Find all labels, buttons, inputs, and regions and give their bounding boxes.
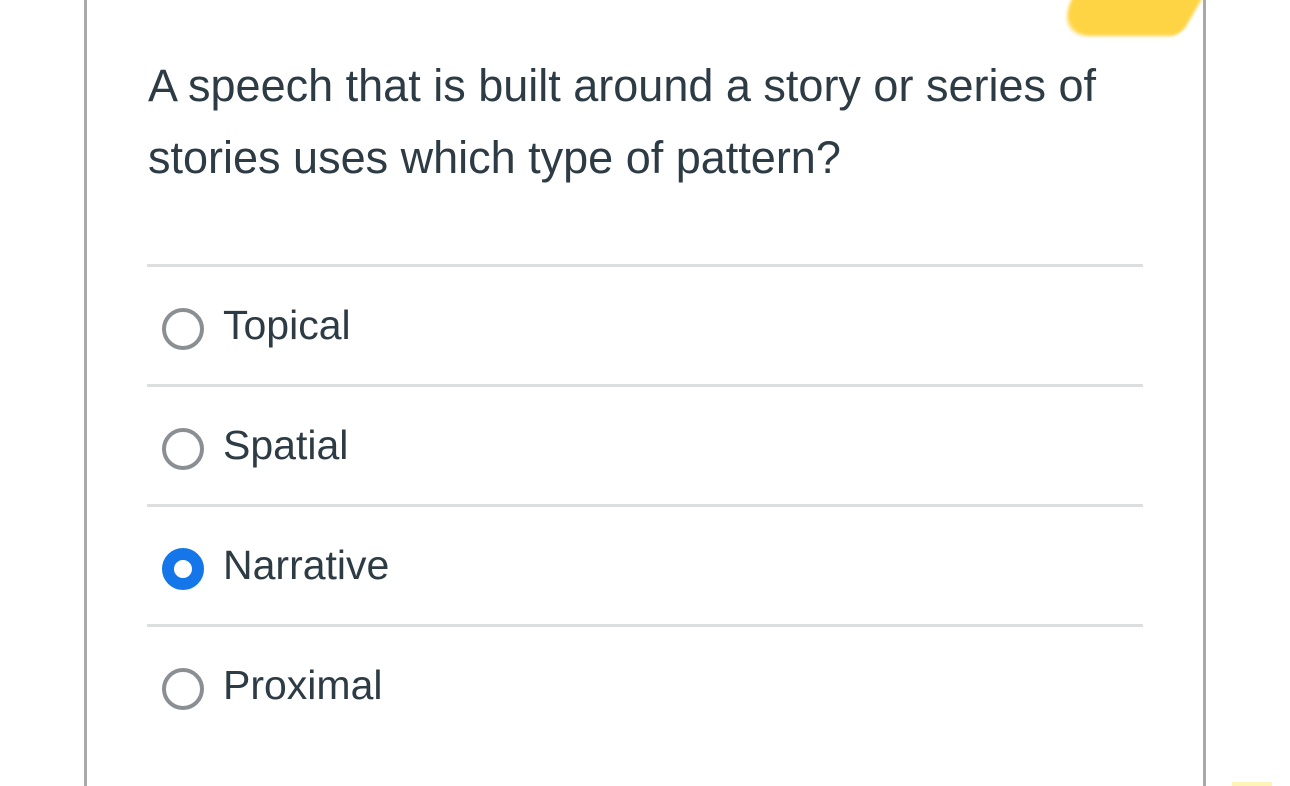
answer-option-spatial[interactable]: Spatial <box>147 384 1143 504</box>
answer-option-topical[interactable]: Topical <box>147 264 1143 384</box>
radio-button-selected[interactable] <box>162 548 204 590</box>
answer-label[interactable]: Narrative <box>223 541 389 589</box>
radio-button[interactable] <box>162 428 204 470</box>
answer-option-proximal[interactable]: Proximal <box>147 624 1143 744</box>
radio-button[interactable] <box>162 308 204 350</box>
frame-left-border <box>84 0 87 786</box>
highlighter-mark-bottom <box>1232 782 1272 786</box>
frame-right-border <box>1203 0 1206 786</box>
answer-label[interactable]: Proximal <box>223 661 382 709</box>
answer-label[interactable]: Topical <box>223 301 351 349</box>
highlighter-mark <box>1050 0 1212 36</box>
answer-option-narrative[interactable]: Narrative <box>147 504 1143 624</box>
answer-label[interactable]: Spatial <box>223 421 348 469</box>
answer-list: Topical Spatial Narrative Proximal <box>147 264 1143 744</box>
question-text: A speech that is built around a story or… <box>148 60 1097 183</box>
radio-button[interactable] <box>162 668 204 710</box>
